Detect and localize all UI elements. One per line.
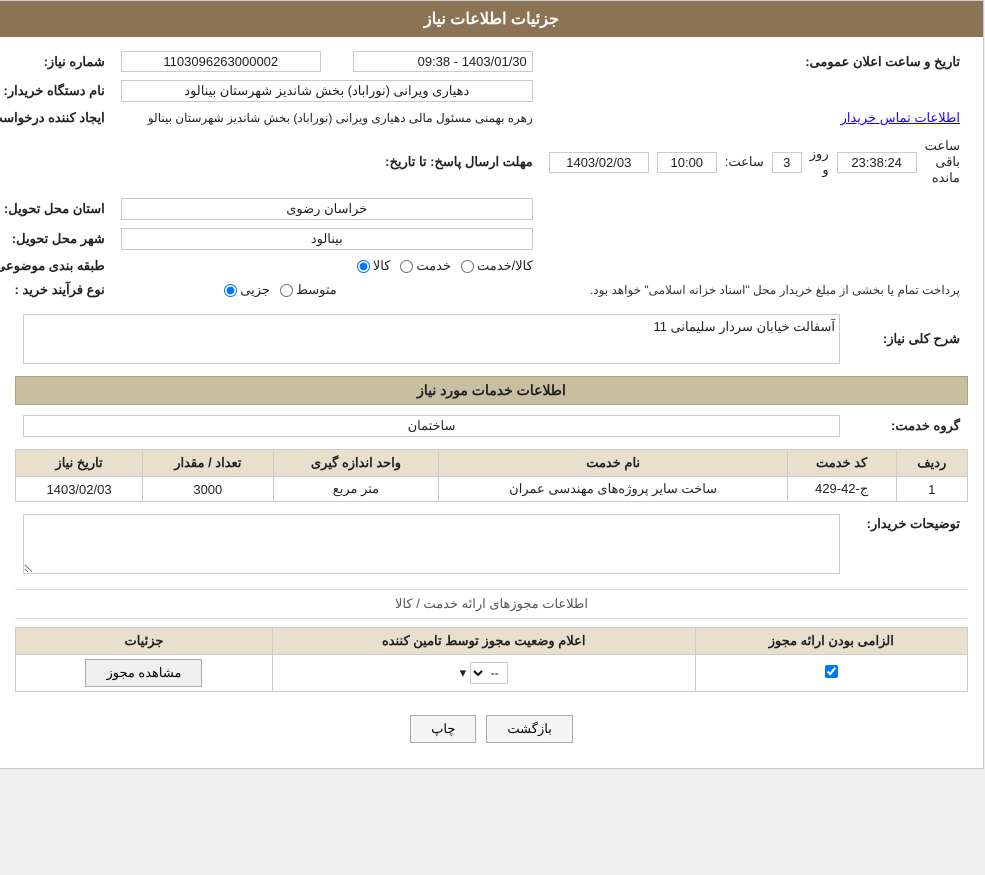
buyer-desc-section: توضیحات خریدار:	[16, 510, 969, 581]
need-desc-value: آسفالت خیابان سردار سلیمانی 11	[24, 314, 841, 364]
page-wrapper: جزئیات اطلاعات نیاز تاریخ و ساعت اعلان ع…	[0, 0, 985, 769]
row-quantity: 3000	[144, 477, 274, 502]
view-license-button[interactable]: مشاهده مجوز	[86, 659, 203, 687]
purchase-type-label: نوع فرآیند خرید :	[0, 278, 114, 302]
page-title: جزئیات اطلاعات نیاز	[425, 11, 560, 28]
kala-label: کالا	[374, 258, 392, 274]
license-details-cell: مشاهده مجوز	[17, 655, 274, 692]
license-row: -- ▾ مشاهده مجوز	[17, 655, 969, 692]
remaining-label: ساعت باقی مانده	[926, 138, 961, 186]
license-status-cell: -- ▾	[273, 655, 696, 692]
buyer-desc-input[interactable]	[24, 514, 841, 574]
response-time: 10:00	[658, 152, 718, 173]
row-unit: متر مربع	[274, 477, 440, 502]
requester-value: زهره بهمنی مسئول مالی دهیاری ویرانی (نور…	[114, 106, 542, 130]
buyer-desc-label: توضیحات خریدار:	[849, 510, 969, 581]
day-label: روز و	[811, 146, 830, 178]
table-row: 1 ج-42-429 ساخت سایر پروژه‌های مهندسی عم…	[17, 477, 969, 502]
action-buttons-row: بازگشت چاپ	[16, 700, 969, 758]
subject-kala-khidmat: کالا/خدمت	[462, 258, 534, 274]
announcement-datetime-value: 1403/01/30 - 09:38	[354, 51, 534, 72]
subject-radio-group: کالا/خدمت خدمت کالا	[122, 258, 534, 274]
lic-col-status: اعلام وضعیت مجوز توسط تامین کننده	[273, 628, 696, 655]
row-code: ج-42-429	[788, 477, 897, 502]
col-header-row: ردیف	[897, 450, 968, 477]
mutawasit-label: متوسط	[297, 282, 338, 298]
license-required-cell	[696, 655, 968, 692]
info-section-1: تاریخ و ساعت اعلان عمومی: 1403/01/30 - 0…	[0, 47, 969, 302]
col-header-qty: تعداد / مقدار	[144, 450, 274, 477]
license-required-checkbox[interactable]	[826, 665, 839, 678]
purchase-mutawasit: متوسط	[281, 282, 338, 298]
page-header: جزئیات اطلاعات نیاز	[1, 1, 984, 37]
services-section-title: اطلاعات خدمات مورد نیاز	[16, 376, 969, 405]
purchase-type-note: پرداخت تمام یا بخشی از مبلغ خریدار محل "…	[346, 278, 969, 302]
lic-col-details: جزئیات	[17, 628, 274, 655]
buyer-name-value: دهیاری ویرانی (نوراباد) بخش شاندیز شهرست…	[122, 80, 534, 102]
delivery-city-label: شهر محل تحویل:	[0, 224, 114, 254]
radio-kala[interactable]	[358, 260, 371, 273]
service-group-value: ساختمان	[24, 415, 841, 437]
service-group-label: گروه خدمت:	[849, 411, 969, 441]
col-header-date: تاریخ نیاز	[17, 450, 144, 477]
time-label: ساعت:	[726, 154, 765, 170]
col-header-code: کد خدمت	[788, 450, 897, 477]
requester-link[interactable]: اطلاعات تماس خریدار	[542, 106, 969, 130]
radio-juzii[interactable]	[225, 284, 238, 297]
radio-mutawasit[interactable]	[281, 284, 294, 297]
row-number: 1	[897, 477, 968, 502]
radio-kala-khidmat[interactable]	[462, 260, 475, 273]
juzii-label: جزیی	[241, 282, 271, 298]
delivery-province-value: خراسان رضوی	[122, 198, 534, 220]
col-header-unit: واحد اندازه گیری	[274, 450, 440, 477]
remaining-time: 23:38:24	[838, 152, 918, 173]
chevron-down-icon: ▾	[461, 665, 468, 680]
delivery-city-value: بینالود	[122, 228, 534, 250]
back-button[interactable]: بازگشت	[487, 715, 573, 743]
licenses-table: الزامی بودن ارائه مجوز اعلام وضعیت مجوز …	[16, 627, 969, 692]
purchase-juzii: جزیی	[225, 282, 271, 298]
col-header-name: نام خدمت	[440, 450, 788, 477]
kala-khidmat-label: کالا/خدمت	[478, 258, 534, 274]
license-status-select[interactable]: --	[471, 662, 509, 684]
subject-kala: کالا	[358, 258, 392, 274]
announcement-datetime-label: تاریخ و ساعت اعلان عمومی:	[542, 47, 969, 76]
response-day: 3	[773, 152, 803, 173]
main-content: تاریخ و ساعت اعلان عمومی: 1403/01/30 - 0…	[1, 37, 984, 768]
need-number-value: 1103096263000002	[122, 51, 322, 72]
delivery-province-label: استان محل تحویل:	[0, 194, 114, 224]
requester-label: ایجاد کننده درخواست:	[0, 106, 114, 130]
service-group-section: گروه خدمت: ساختمان	[16, 411, 969, 441]
response-deadline-label: مهلت ارسال پاسخ: تا تاریخ:	[0, 130, 542, 194]
services-table: ردیف کد خدمت نام خدمت واحد اندازه گیری ت…	[16, 449, 969, 502]
khidmat-label: خدمت	[417, 258, 452, 274]
purchase-type-radio-group: متوسط جزیی	[122, 282, 338, 298]
row-service-name: ساخت سایر پروژه‌های مهندسی عمران	[440, 477, 788, 502]
subject-khidmat: خدمت	[401, 258, 452, 274]
need-desc-section: شرح کلی نیاز: آسفالت خیابان سردار سلیمان…	[16, 310, 969, 368]
subject-label: طبقه بندی موضوعی:	[0, 254, 114, 278]
radio-khidmat[interactable]	[401, 260, 414, 273]
buyer-name-label: نام دستگاه خریدار:	[0, 76, 114, 106]
print-button[interactable]: چاپ	[411, 715, 477, 743]
need-number-label: شماره نیاز:	[0, 47, 114, 76]
response-date: 1403/02/03	[550, 152, 650, 173]
need-desc-label: شرح کلی نیاز:	[849, 310, 969, 368]
lic-col-required: الزامی بودن ارائه مجوز	[696, 628, 968, 655]
licenses-section-title: اطلاعات مجوزهای ارائه خدمت / کالا	[16, 589, 969, 619]
row-date: 1403/02/03	[17, 477, 144, 502]
